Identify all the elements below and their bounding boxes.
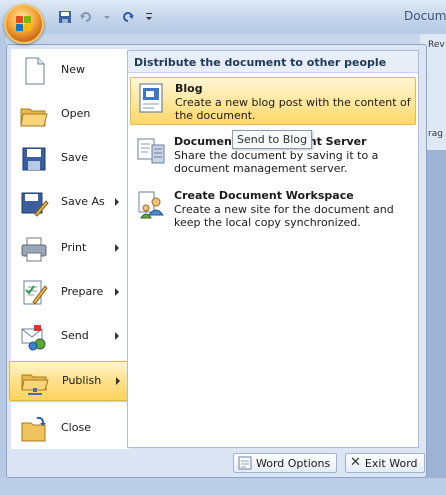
word-options-button[interactable]: Word Options: [233, 453, 337, 473]
option-description: Share the document by saving it to a doc…: [174, 149, 379, 175]
prepare-document-icon: [23, 280, 48, 305]
word-options-label: Word Options: [256, 456, 331, 470]
menu-item-save[interactable]: Save: [11, 139, 129, 179]
customize-toolbar-icon[interactable]: [140, 9, 157, 26]
submenu-arrow-icon: [115, 244, 119, 252]
document-workspace-icon: [138, 191, 164, 219]
ribbon-group-fragment: rag: [428, 129, 443, 139]
menu-item-label: Close: [61, 421, 91, 434]
document-server-icon: [137, 138, 165, 164]
menu-item-publish[interactable]: Publish: [9, 361, 129, 401]
menu-item-send[interactable]: Send: [11, 317, 129, 357]
submenu-header: Distribute the document to other people: [128, 51, 418, 73]
new-document-icon: [25, 57, 45, 85]
status-bar-edge: [0, 478, 446, 495]
menu-item-close[interactable]: Close: [11, 409, 129, 449]
redo-icon[interactable]: [119, 9, 136, 26]
ribbon-tab-fragment: Rev: [428, 40, 445, 50]
tooltip: Send to Blog: [232, 130, 313, 149]
menu-item-label: Send: [61, 329, 89, 342]
office-button[interactable]: [4, 4, 44, 44]
save-disk-icon: [22, 147, 46, 171]
exit-word-label: Exit Word: [364, 456, 418, 470]
option-title: Create Document Workspace: [174, 189, 354, 202]
undo-icon[interactable]: [77, 9, 94, 26]
submenu-arrow-icon: [115, 332, 119, 340]
quick-access-toolbar: [56, 8, 157, 26]
publish-folder-icon: [21, 374, 49, 395]
publish-submenu: Distribute the document to other people …: [127, 50, 419, 448]
close-icon: ✕: [350, 455, 361, 470]
save-icon[interactable]: [56, 9, 73, 26]
option-description: Create a new blog post with the content …: [175, 96, 411, 122]
office-menu: New Open Save Save As Print Prepare Send: [6, 44, 427, 478]
printer-icon: [21, 237, 47, 262]
menu-item-label: Open: [61, 107, 91, 120]
menu-item-label: Save: [61, 151, 89, 164]
publish-option-create-document-workspace[interactable]: Create Document Workspace Create a new s…: [130, 185, 416, 235]
submenu-arrow-icon: [115, 198, 119, 206]
close-folder-icon: [21, 416, 46, 442]
office-logo-icon: [16, 16, 32, 32]
submenu-arrow-icon: [115, 288, 119, 296]
undo-dropdown-icon[interactable]: [98, 9, 115, 26]
menu-item-label: Print: [61, 241, 87, 254]
menu-item-label: Save As: [61, 195, 105, 208]
menu-item-prepare[interactable]: Prepare: [11, 273, 129, 313]
option-title: Blog: [175, 82, 203, 95]
send-mail-icon: [21, 325, 46, 351]
menu-divider: [11, 401, 129, 402]
option-description: Create a new site for the document and k…: [174, 203, 394, 229]
menu-item-label: Publish: [62, 374, 102, 387]
menu-item-save-as[interactable]: Save As: [11, 183, 129, 223]
submenu-arrow-icon: [116, 377, 120, 385]
menu-item-label: New: [61, 63, 85, 76]
menu-commands-pane: New Open Save Save As Print Prepare Send: [9, 49, 129, 449]
menu-item-new[interactable]: New: [11, 51, 129, 91]
word-options-icon: [238, 456, 252, 470]
window-title: Docum: [404, 9, 446, 23]
blog-icon: [139, 83, 163, 113]
save-as-icon: [21, 192, 49, 217]
exit-word-button[interactable]: ✕ Exit Word: [345, 453, 425, 473]
menu-item-open[interactable]: Open: [11, 95, 129, 135]
open-folder-icon: [20, 108, 48, 127]
menu-item-label: Prepare: [61, 285, 104, 298]
menu-item-print[interactable]: Print: [11, 229, 129, 269]
publish-option-blog[interactable]: Blog Create a new blog post with the con…: [130, 77, 416, 125]
